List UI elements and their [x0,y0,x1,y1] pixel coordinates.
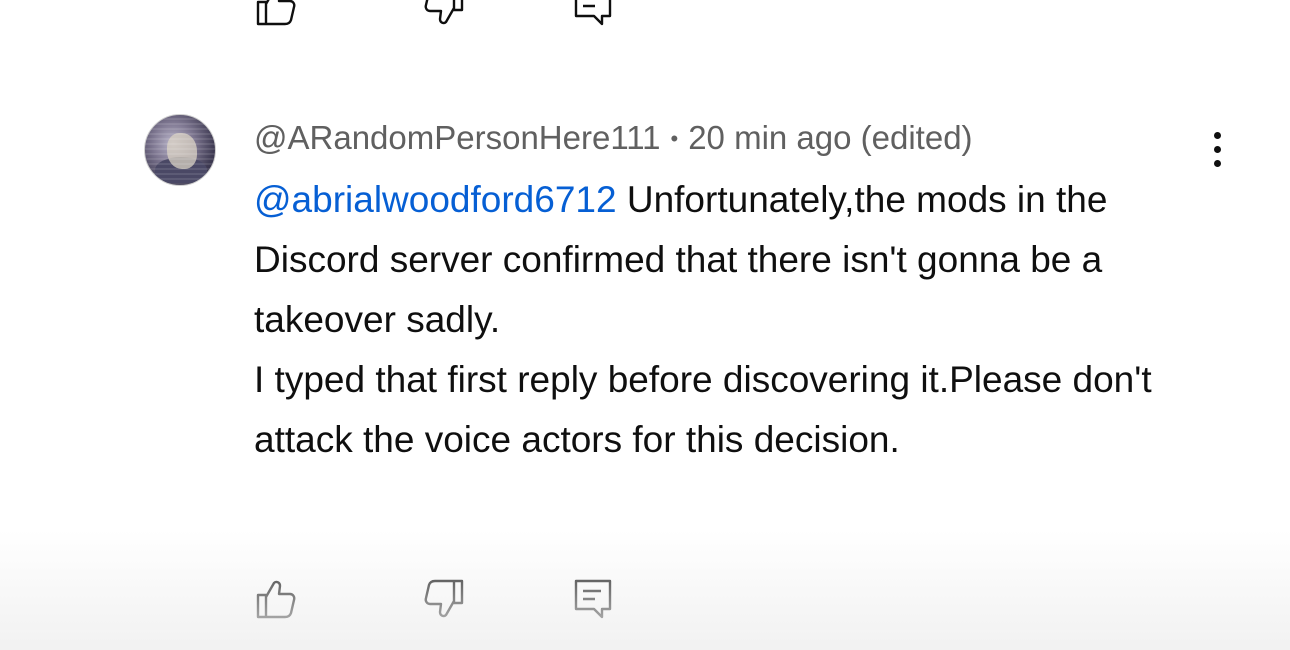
thumbs-up-icon [256,580,296,619]
author-avatar[interactable] [144,114,216,186]
comment-text: @abrialwoodford6712 Unfortunately,the mo… [254,170,1214,470]
thumbs-down-icon [424,579,464,618]
comment-actions [254,577,674,621]
reply-comment-icon [574,579,612,619]
dislike-button[interactable] [422,577,466,621]
reply-button[interactable] [572,577,616,621]
thumbs-down-icon [424,0,464,25]
more-options-button[interactable] [1198,128,1238,172]
reply-comment-icon [574,0,612,26]
comment-text-part2: I typed that first reply before discover… [254,359,1152,460]
thumbs-up-icon [256,0,296,26]
separator-dot: • [670,126,679,151]
edited-label: (edited) [860,119,973,156]
comment-timestamp[interactable]: 20 min ago [688,119,851,156]
comment-header: @ARandomPersonHere111 • 20 min ago (edited… [254,116,973,161]
like-button[interactable] [254,577,298,621]
mention-link[interactable]: @abrialwoodford6712 [254,179,617,220]
more-vertical-icon [1214,132,1221,139]
previous-comment-actions [254,0,674,28]
previous-reply-button[interactable] [572,0,616,28]
previous-like-button[interactable] [254,0,298,28]
previous-dislike-button[interactable] [422,0,466,28]
author-handle[interactable]: @ARandomPersonHere111 [254,119,661,156]
